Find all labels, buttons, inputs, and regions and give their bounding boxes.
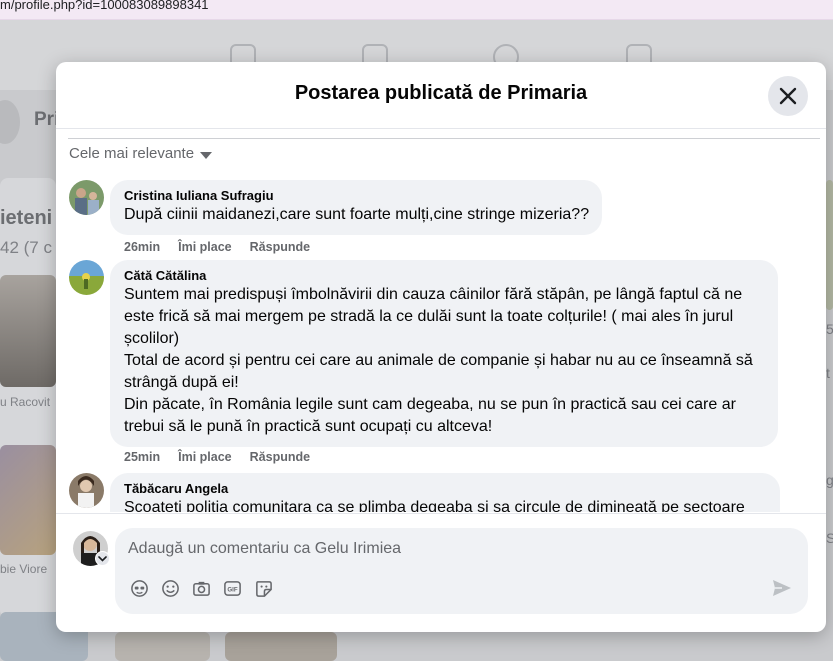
send-button[interactable]: [772, 579, 794, 599]
comment-text: Scoateti politia comunitara ca se plimba…: [124, 499, 745, 512]
comment-author[interactable]: Cristina Iuliana Sufragiu: [124, 188, 589, 204]
comment-bubble: Cătă Cătălina Suntem mai predispuși îmbo…: [110, 260, 778, 447]
avatar-image: [69, 180, 104, 215]
comment-item: Cătă Cătălina Suntem mai predispuși îmbo…: [69, 260, 789, 470]
post-modal: Postarea publicată de Primaria Cele mai …: [56, 62, 826, 632]
comment-item: Cristina Iuliana Sufragiu După ciinii ma…: [69, 180, 629, 260]
composer-divider: [56, 513, 826, 514]
like-button[interactable]: Îmi place: [178, 450, 232, 464]
send-icon: [773, 580, 791, 596]
svg-text:GIF: GIF: [227, 586, 237, 593]
like-button[interactable]: Îmi place: [178, 240, 232, 254]
gif-icon[interactable]: GIF: [222, 578, 242, 598]
comment-avatar[interactable]: [69, 180, 104, 215]
account-switch-badge[interactable]: [95, 551, 110, 566]
section-divider: [68, 138, 820, 139]
reply-button[interactable]: Răspunde: [250, 450, 310, 464]
close-button[interactable]: [768, 76, 808, 116]
comment-actions: 26min Îmi place Răspunde: [124, 240, 310, 254]
avatar-sticker-icon[interactable]: [129, 578, 149, 598]
right-partial-text-2: t: [826, 365, 830, 381]
friends-count-bg: 42 (7 c: [0, 238, 52, 257]
sticker-icon[interactable]: [253, 578, 273, 598]
comment-bubble: Cristina Iuliana Sufragiu După ciinii ma…: [110, 180, 603, 235]
chevron-down-icon: [98, 556, 107, 562]
friend-name-1: u Racovit: [0, 395, 51, 409]
comment-author[interactable]: Tăbăcaru Angela: [124, 481, 767, 497]
right-partial-text-3: g: [826, 472, 833, 488]
sort-label: Cele mai relevante: [69, 145, 195, 162]
comment-avatar[interactable]: [69, 473, 104, 508]
comment-actions: 25min Îmi place Răspunde: [124, 450, 310, 464]
avatar-image: [69, 260, 104, 295]
comment-item: Tăbăcaru Angela Scoateti politia comunit…: [69, 473, 789, 512]
close-icon: [779, 87, 797, 105]
comment-avatar[interactable]: [69, 260, 104, 295]
right-partial-text-1: 5: [826, 321, 833, 337]
reply-button[interactable]: Răspunde: [250, 240, 310, 254]
friend-photo-4: [115, 632, 210, 661]
friend-name-2: bie Viore: [0, 562, 48, 576]
comment-composer: GIF: [115, 528, 808, 614]
sort-dropdown[interactable]: Cele mai relevante: [69, 145, 213, 162]
url-text: m/profile.php?id=100083089898341: [0, 0, 209, 12]
avatar-image: [69, 473, 104, 508]
emoji-icon[interactable]: [160, 578, 180, 598]
modal-title: Postarea publicată de Primaria: [294, 82, 588, 104]
comments-list[interactable]: Cristina Iuliana Sufragiu După ciinii ma…: [56, 172, 826, 512]
friend-photo-2: [0, 445, 56, 555]
right-partial-text-4: S: [826, 530, 833, 546]
comment-time[interactable]: 25min: [124, 450, 160, 464]
modal-header: Postarea publicată de Primaria: [56, 62, 826, 129]
comment-bubble: Tăbăcaru Angela Scoateti politia comunit…: [110, 473, 780, 512]
right-photo-bg: [826, 180, 833, 310]
browser-url-bar[interactable]: m/profile.php?id=100083089898341: [0, 0, 833, 20]
comment-author[interactable]: Cătă Cătălina: [124, 268, 765, 284]
comment-time[interactable]: 26min: [124, 240, 160, 254]
friend-photo-5: [225, 632, 337, 661]
camera-icon[interactable]: [191, 578, 211, 598]
composer-tools: GIF: [129, 578, 273, 598]
comment-input[interactable]: [128, 537, 728, 561]
comment-text: După ciinii maidanezi,care sunt foarte m…: [124, 206, 590, 223]
friends-title-bg: ieteni: [0, 207, 53, 229]
chevron-down-icon: [200, 151, 213, 159]
comment-text: Suntem mai predispuși îmbolnăvirii din c…: [124, 286, 753, 435]
friend-photo-1: [0, 275, 56, 387]
